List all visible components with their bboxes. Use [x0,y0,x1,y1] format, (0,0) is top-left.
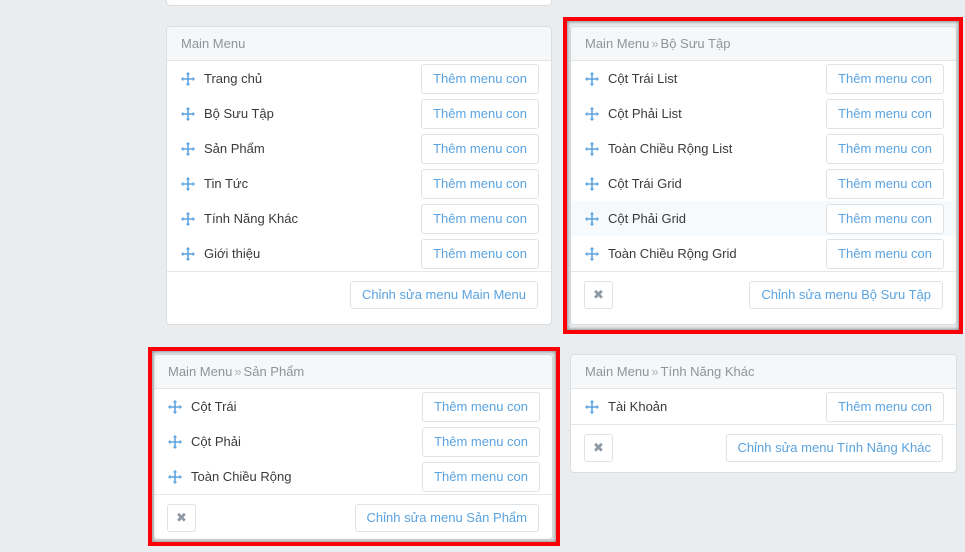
add-submenu-button[interactable]: Thêm menu con [421,133,539,164]
menu-item-row[interactable]: Tin Tức Thêm menu con [167,166,551,201]
menu-item-row-hovered[interactable]: Cột Phải Grid Thêm menu con [571,201,956,236]
breadcrumb-separator-icon: » [234,364,242,379]
menu-item-row[interactable]: Toàn Chiều Rộng Thêm menu con [154,459,552,494]
close-panel-button[interactable]: ✖ [584,434,613,462]
menu-item-label: Cột Phải Grid [608,211,687,226]
add-submenu-button[interactable]: Thêm menu con [422,391,540,422]
panel-main-menu: Main Menu Trang chủ Thêm menu con Bộ Sưu… [166,26,552,325]
panel-bo-suu-tap: Main Menu» Bộ Sưu Tập Cột Trái List Thêm … [570,26,957,325]
add-submenu-button[interactable]: Thêm menu con [421,238,539,269]
panel-san-pham-rows: Cột Trái Thêm menu con Cột Phải Thêm men… [154,389,552,494]
move-arrows-icon[interactable] [168,434,182,449]
move-arrows-icon[interactable] [181,176,195,191]
menu-item-row[interactable]: Toàn Chiều Rộng Grid Thêm menu con [571,236,956,271]
move-arrows-icon[interactable] [585,211,599,226]
menu-item-row[interactable]: Toàn Chiều Rộng List Thêm menu con [571,131,956,166]
breadcrumb-child: Bộ Sưu Tập [660,36,731,51]
move-arrows-icon[interactable] [585,399,599,414]
menu-item-row[interactable]: Cột Trái Grid Thêm menu con [571,166,956,201]
move-arrows-icon[interactable] [181,211,195,226]
panel-san-pham-footer: ✖ Chỉnh sửa menu Sản Phẩm [154,494,552,542]
add-submenu-button[interactable]: Thêm menu con [826,98,944,129]
menu-item-row[interactable]: Tính Năng Khác Thêm menu con [167,201,551,236]
add-submenu-button[interactable]: Thêm menu con [422,426,540,457]
breadcrumb-parent: Main Menu [585,36,650,51]
menu-item-label: Tin Tức [204,176,249,191]
panel-bo-suu-tap-footer: ✖ Chỉnh sửa menu Bộ Sưu Tập [571,271,956,319]
edit-menu-button[interactable]: Chỉnh sửa menu Sản Phẩm [354,504,539,532]
menu-item-label: Cột Phải List [608,106,682,121]
edit-menu-button[interactable]: Chỉnh sửa menu Tính Năng Khác [725,434,943,462]
move-arrows-icon[interactable] [181,246,195,261]
add-submenu-button[interactable]: Thêm menu con [826,168,944,199]
menu-item-label: Giới thiệu [204,246,261,261]
menu-item-label: Cột Phải [191,434,241,449]
menu-item-label: Toàn Chiều Rộng [191,469,292,484]
menu-item-label: Tính Năng Khác [204,211,298,226]
menu-item-label: Bộ Sưu Tập [204,106,274,121]
menu-item-row[interactable]: Sản Phẩm Thêm menu con [167,131,551,166]
add-submenu-button[interactable]: Thêm menu con [826,133,944,164]
add-submenu-button[interactable]: Thêm menu con [421,168,539,199]
breadcrumb-separator-icon: » [651,364,659,379]
add-submenu-button[interactable]: Thêm menu con [421,63,539,94]
panel-main-menu-header: Main Menu [167,27,551,61]
panel-san-pham-header: Main Menu» Sản Phẩm [154,355,552,389]
menu-item-row[interactable]: Tài Khoản Thêm menu con [571,389,956,424]
add-submenu-button[interactable]: Thêm menu con [422,461,540,492]
breadcrumb-parent: Main Menu [585,364,650,379]
menu-item-label: Cột Trái Grid [608,176,682,191]
panel-scrolled-offscreen [166,0,552,6]
menu-item-label: Trang chủ [204,71,263,86]
menu-item-row[interactable]: Trang chủ Thêm menu con [167,61,551,96]
close-panel-button[interactable]: ✖ [167,504,196,532]
move-arrows-icon[interactable] [585,141,599,156]
move-arrows-icon[interactable] [585,71,599,86]
add-submenu-button[interactable]: Thêm menu con [421,203,539,234]
menu-item-row[interactable]: Giới thiệu Thêm menu con [167,236,551,271]
edit-menu-button[interactable]: Chỉnh sửa menu Bộ Sưu Tập [749,281,943,309]
move-arrows-icon[interactable] [585,246,599,261]
panel-main-menu-footer: Chỉnh sửa menu Main Menu [167,271,551,319]
menu-item-label: Cột Trái List [608,71,678,86]
move-arrows-icon[interactable] [168,469,182,484]
panel-tinh-nang-khac-footer: ✖ Chỉnh sửa menu Tính Năng Khác [571,424,956,472]
add-submenu-button[interactable]: Thêm menu con [826,203,944,234]
menu-item-label: Sản Phẩm [204,141,265,156]
breadcrumb-parent: Main Menu [168,364,233,379]
close-panel-button[interactable]: ✖ [584,281,613,309]
add-submenu-button[interactable]: Thêm menu con [826,238,944,269]
breadcrumb-separator-icon: » [651,36,659,51]
add-submenu-button[interactable]: Thêm menu con [826,391,944,422]
move-arrows-icon[interactable] [585,176,599,191]
panel-main-menu-title: Main Menu [181,36,246,51]
edit-menu-button[interactable]: Chỉnh sửa menu Main Menu [349,281,538,309]
panel-main-menu-rows: Trang chủ Thêm menu con Bộ Sưu Tập Thêm … [167,61,551,271]
menu-item-label: Cột Trái [191,399,237,414]
menu-item-row[interactable]: Bộ Sưu Tập Thêm menu con [167,96,551,131]
menu-item-row[interactable]: Cột Phải List Thêm menu con [571,96,956,131]
breadcrumb-child: Sản Phẩm [243,364,305,379]
breadcrumb-child: Tính Năng Khác [660,364,755,379]
panel-tinh-nang-khac-rows: Tài Khoản Thêm menu con [571,389,956,424]
panel-tinh-nang-khac-header: Main Menu» Tính Năng Khác [571,355,956,389]
add-submenu-button[interactable]: Thêm menu con [826,63,944,94]
menu-item-label: Tài Khoản [608,399,668,414]
move-arrows-icon[interactable] [585,106,599,121]
add-submenu-button[interactable]: Thêm menu con [421,98,539,129]
panel-bo-suu-tap-header: Main Menu» Bộ Sưu Tập [571,27,956,61]
menu-manager-workspace: Main Menu Trang chủ Thêm menu con Bộ Sưu… [0,0,965,552]
panel-tinh-nang-khac: Main Menu» Tính Năng Khác Tài Khoản Thêm … [570,354,957,473]
move-arrows-icon[interactable] [181,106,195,121]
move-arrows-icon[interactable] [181,141,195,156]
menu-item-row[interactable]: Cột Phải Thêm menu con [154,424,552,459]
menu-item-label: Toàn Chiều Rộng List [608,141,733,156]
move-arrows-icon[interactable] [181,71,195,86]
panel-san-pham: Main Menu» Sản Phẩm Cột Trái Thêm menu co… [153,354,553,540]
menu-item-row[interactable]: Cột Trái List Thêm menu con [571,61,956,96]
menu-item-row[interactable]: Cột Trái Thêm menu con [154,389,552,424]
panel-bo-suu-tap-rows: Cột Trái List Thêm menu con Cột Phải Lis… [571,61,956,271]
menu-item-label: Toàn Chiều Rộng Grid [608,246,737,261]
move-arrows-icon[interactable] [168,399,182,414]
